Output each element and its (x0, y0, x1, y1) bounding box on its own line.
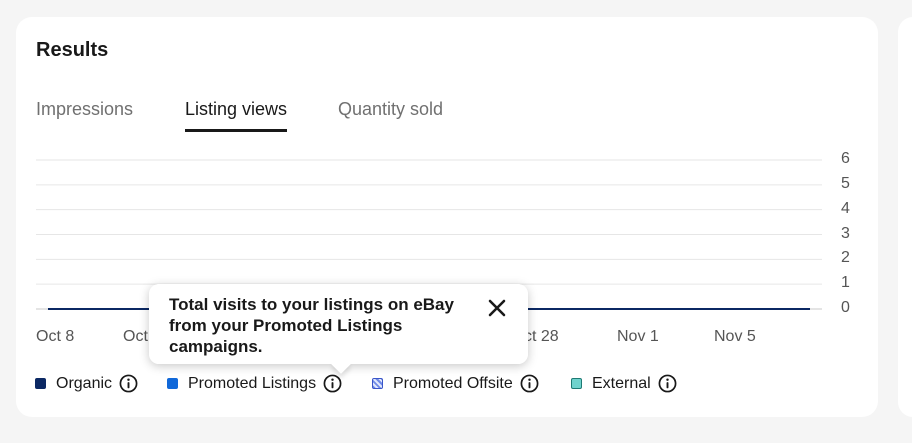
legend-label: Organic (56, 374, 113, 392)
y-tick-label: 3 (841, 225, 850, 242)
x-tick-label: Nov 5 (714, 328, 756, 345)
legend-label: Promoted Listings (188, 374, 317, 392)
legend-item-organic: Organic (35, 374, 138, 393)
legend-label: External (592, 374, 651, 392)
legend-item-promoted-listings: Promoted Listings (167, 374, 342, 393)
y-tick-label: 2 (841, 249, 850, 266)
info-icon[interactable] (520, 374, 539, 393)
info-tooltip: Total visits to your listings on eBay fr… (149, 284, 528, 374)
legend-swatch-external (571, 378, 582, 389)
tooltip-text: Total visits to your listings on eBay fr… (169, 295, 454, 356)
info-icon[interactable] (323, 374, 342, 393)
adjacent-card (898, 17, 912, 417)
x-tick-label: Oct (123, 328, 148, 345)
close-icon[interactable] (487, 298, 507, 318)
y-tick-label: 0 (841, 299, 850, 316)
legend-item-promoted-offsite: Promoted Offsite (372, 374, 539, 393)
legend-label: Promoted Offsite (393, 374, 513, 392)
info-icon[interactable] (119, 374, 138, 393)
x-tick-label: Oct 8 (36, 328, 75, 345)
y-tick-label: 4 (841, 200, 850, 217)
y-tick-label: 5 (841, 175, 850, 192)
x-tick-label: ct 28 (524, 328, 559, 345)
y-tick-label: 1 (841, 274, 850, 291)
x-tick-label: Nov 1 (617, 328, 659, 345)
y-tick-label: 6 (841, 150, 850, 167)
legend-swatch-organic (35, 378, 46, 389)
legend-swatch-promoted-offsite (372, 378, 383, 389)
legend-swatch-promoted-listings (167, 378, 178, 389)
legend-item-external: External (571, 374, 677, 393)
info-icon[interactable] (658, 374, 677, 393)
results-card: Results Impressions Listing views Quanti… (16, 17, 878, 417)
